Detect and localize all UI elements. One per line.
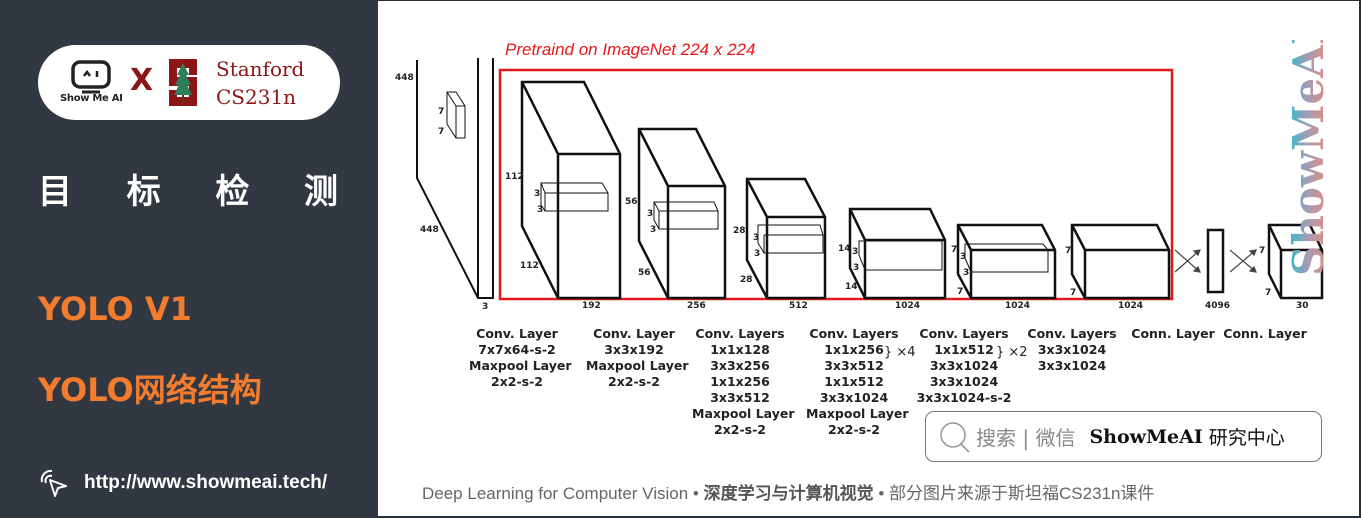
label-line: 3x3x256 [710,358,770,373]
conv-block-5 [956,223,1057,300]
dim-label: 112 [505,172,524,182]
repeat-label: ×4 [896,345,916,360]
layer-label-3: Conv. Layers 1x1x128 3x3x256 1x1x256 3x3… [692,326,795,438]
label-line: Conv. Layers [919,326,1009,341]
label-line: 2x2-s-2 [608,374,660,389]
dim-label: 14 [845,282,858,292]
search-brand: ShowMeAI [1089,425,1203,448]
search-icon [940,421,970,453]
dim-label: 3 [650,225,656,235]
dim-label: 1024 [1005,301,1030,311]
dim-label: 14 [838,244,851,254]
showmeai-watermark: ShowMeAI [1284,40,1333,276]
label-line: 2x2-s-2 [828,422,880,437]
dim-label: 28 [733,226,746,236]
layer-label-4: Conv. Layers 1x1x256 3x3x512 1x1x512 3x3… [806,326,909,438]
label-line: 1x1x256 [710,374,770,389]
dim-label: 7 [438,127,444,137]
fc-layer-4096 [1206,228,1225,294]
label-line: Conv. Layers [809,326,899,341]
dim-label: 7 [1265,288,1271,298]
label-line: 3x3x1024-s-2 [916,390,1012,405]
repeat-x4: } ×4 [884,345,916,360]
search-placeholder: 搜索 | 微信 [976,426,1076,450]
label-line: Conn. Layer [1131,326,1215,341]
label-line: Maxpool Layer [806,406,909,421]
dim-label: 3 [963,268,969,278]
dim-label: 3 [647,209,653,219]
label-line: 2x2-s-2 [714,422,766,437]
label-line: 3x3x1024 [929,358,999,373]
dim-label: 56 [638,268,651,278]
label-line: Conv. Layers [695,326,785,341]
dim-label: 512 [789,301,808,311]
dim-label: 3 [852,247,858,257]
dim-label: 1024 [895,301,920,311]
footer-en: Deep Learning for Computer Vision [422,484,689,503]
layer-label-2: Conv. Layer 3x3x192 Maxpool Layer 2x2-s-… [586,326,689,390]
dim-label: 3 [534,189,540,199]
dim-label: 3 [537,205,543,215]
dim-label: 448 [395,73,414,83]
dim-label: 56 [625,197,638,207]
dim-label: 28 [740,275,753,285]
label-line: 3x3x1024 [929,374,999,389]
dim-label: 256 [687,301,706,311]
label-line: Maxpool Layer [692,406,795,421]
label-line: 3x3x512 [824,358,884,373]
dim-label: 3 [960,252,966,262]
dim-label: 7 [438,107,444,117]
layer-label-5: Conv. Layers 1x1x512 3x3x1024 3x3x1024 3… [916,326,1012,406]
dim-label: 192 [582,301,601,311]
search-brand-suffix: 研究中心 [1208,427,1285,449]
dim-label: 448 [420,225,439,235]
label-line: 7x7x64-s-2 [478,342,556,357]
input-block [416,58,494,299]
label-line: 1x1x512 [824,374,884,389]
layer-label-6: Conv. Layers 3x3x1024 3x3x1024 [1024,326,1120,374]
footer-caption: Deep Learning for Computer Vision • 深度学习… [422,479,1154,504]
label-line: Maxpool Layer [586,358,689,373]
search-box[interactable]: 搜索 | 微信 ShowMeAI 研究中心 [925,411,1322,462]
dim-label: 7 [951,245,957,255]
label-line: 3x3x192 [604,342,664,357]
conv-block-6 [1070,223,1171,300]
footer-sep: • [873,484,889,503]
dim-label: 7 [1259,246,1265,256]
dim-label: 4096 [1205,301,1230,311]
dim-label: 3 [754,249,760,259]
label-line: Conv. Layers [1027,326,1117,341]
layer-label-fc1: Conn. Layer [1125,326,1221,342]
dim-label: 3 [753,233,759,243]
conv-block-4 [848,207,947,300]
fc-connections [1174,249,1257,273]
label-line: 3x3x1024 [819,390,889,405]
layer-label-1: Conv. Layer 7x7x64-s-2 Maxpool Layer 2x2… [469,326,572,390]
layer-label-fc2: Conn. Layer [1217,326,1313,342]
footer-sep: • [688,484,704,503]
label-line: Maxpool Layer [469,358,572,373]
watermark-text: ShowMeAI [1284,40,1333,276]
label-line: 3x3x1024 [1037,342,1107,357]
label-line: 2x2-s-2 [491,374,543,389]
dim-label: 1024 [1118,301,1143,311]
dim-label: 30 [1296,301,1309,311]
label-line: 3x3x512 [710,390,770,405]
dim-label: 7 [1070,288,1076,298]
footer-cn-title: 深度学习与计算机视觉 [703,484,874,503]
label-line: Conn. Layer [1223,326,1307,341]
dim-label: 3 [482,302,488,312]
label-line: Conv. Layer [476,326,558,341]
repeat-x2: } ×2 [996,345,1028,360]
label-line: 3x3x1024 [1037,358,1107,373]
dim-label: 112 [520,261,539,271]
dim-label: 3 [853,263,859,273]
dim-label: 7 [1065,246,1071,256]
label-line: 1x1x128 [710,342,770,357]
footer-credit: 部分图片来源于斯坦福CS231n课件 [889,484,1155,503]
label-line: Conv. Layer [593,326,675,341]
dim-label: 7 [957,287,963,297]
